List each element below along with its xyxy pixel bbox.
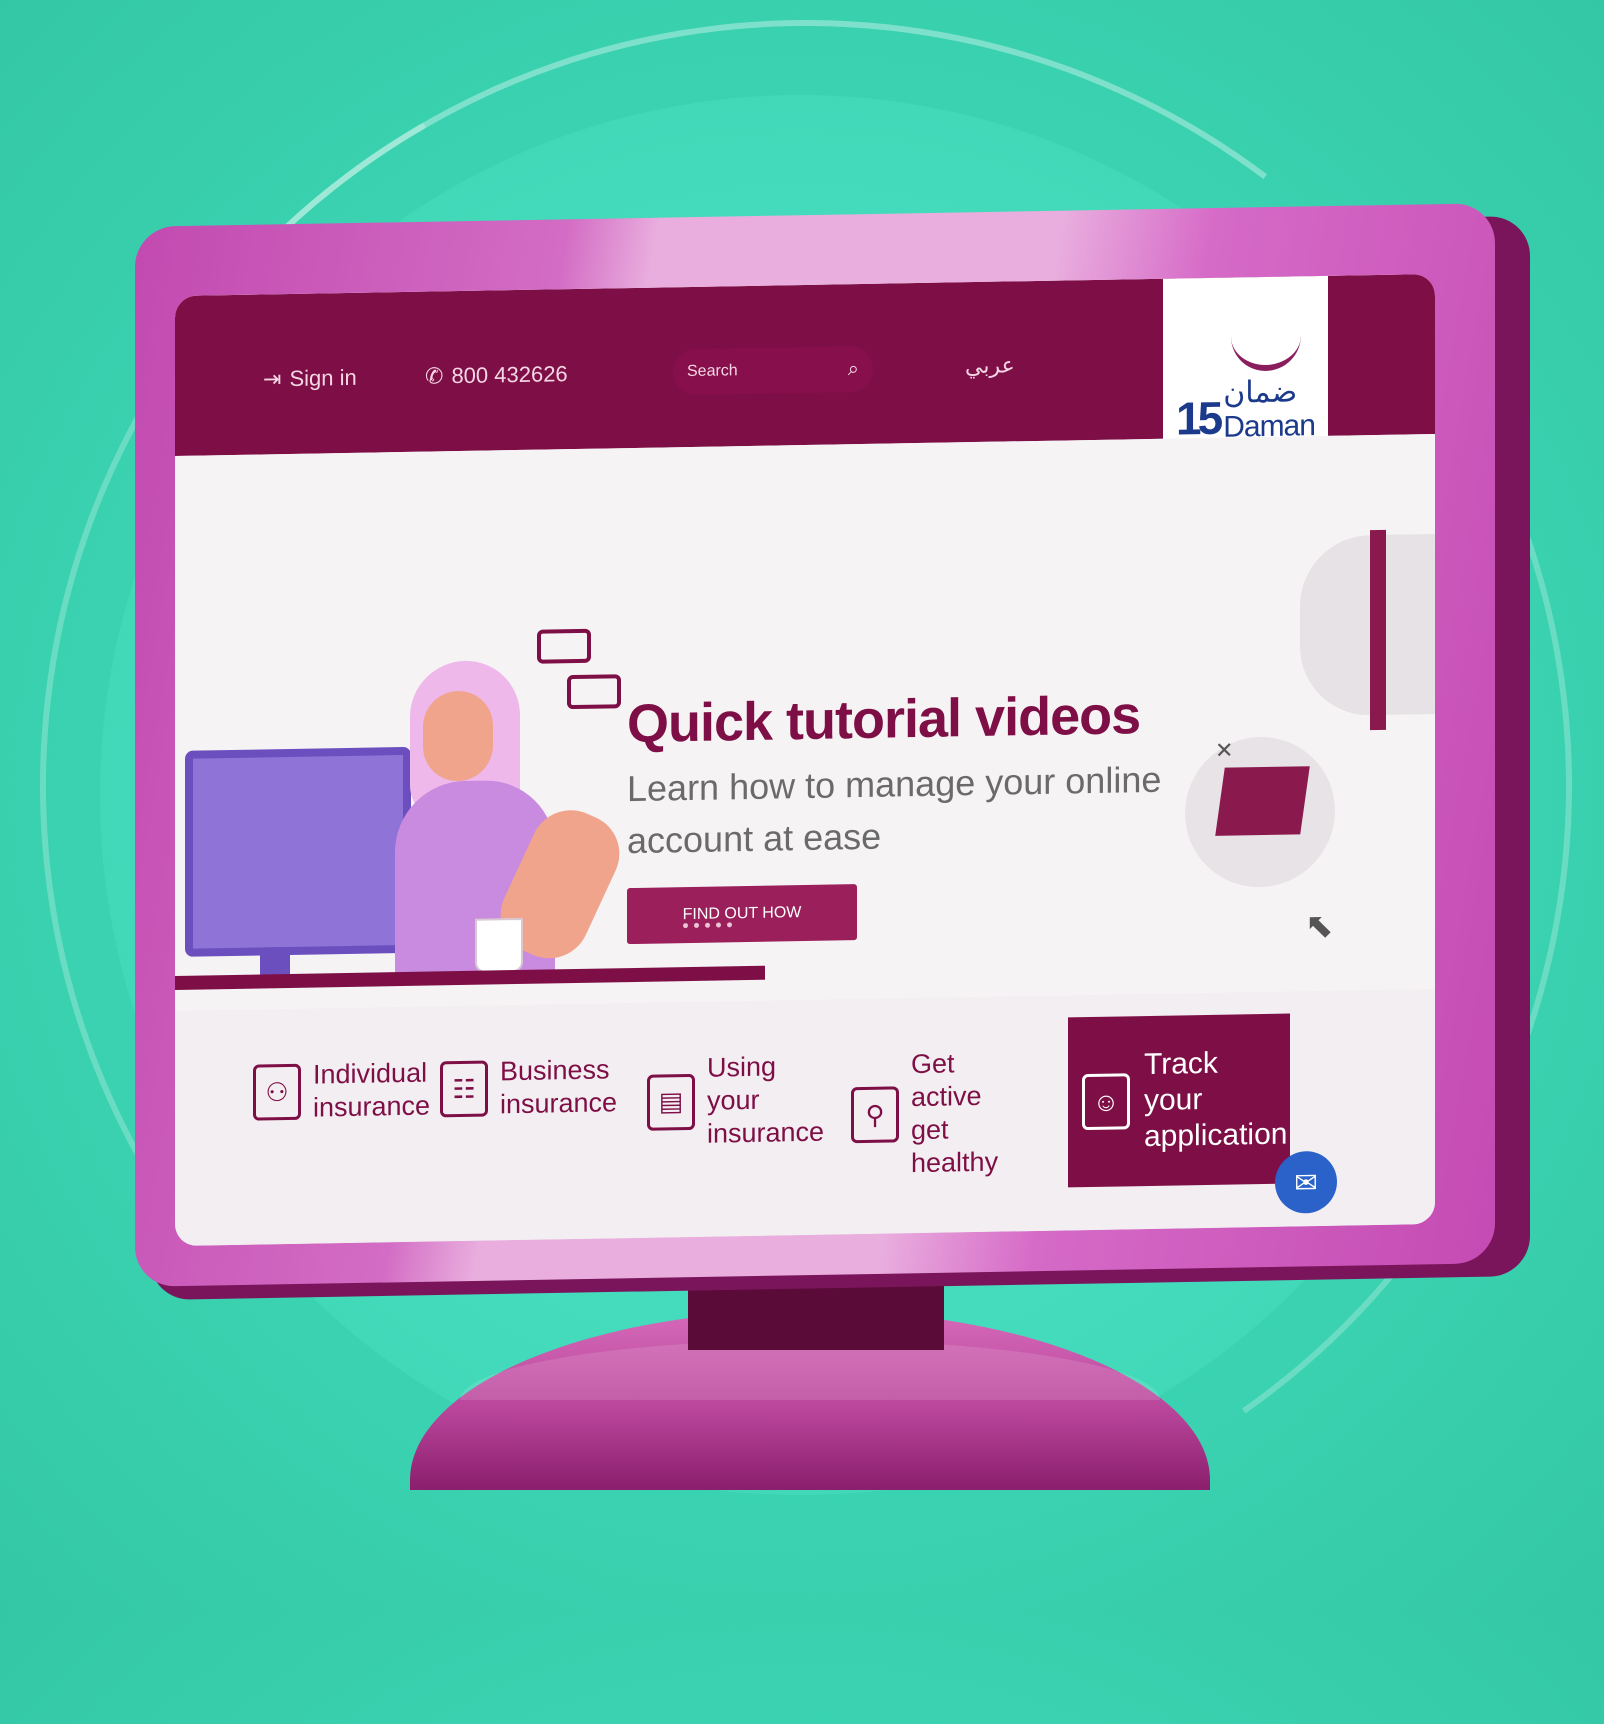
sign-in-label: Sign in <box>289 364 357 391</box>
quick-links-bar: ⚇ Individual insurance ☷ Business insura… <box>175 989 1435 1246</box>
logo-swoosh-icon <box>1230 329 1301 372</box>
sign-in-link[interactable]: ⇥ Sign in <box>263 365 357 393</box>
speech-bubble-icon <box>567 674 621 710</box>
hero-title: Quick tutorial videos <box>627 685 1141 755</box>
nav-get-active[interactable]: ⚲ Get active get healthy <box>851 1046 1021 1181</box>
card-icon: ▤ <box>647 1073 695 1131</box>
hero-banner: Quick tutorial videos Learn how to manag… <box>175 434 1435 1011</box>
carousel-dot[interactable] <box>694 922 699 928</box>
logo-anniversary: 15 <box>1176 391 1220 445</box>
phone-icon: ✆ <box>425 363 444 389</box>
carousel-dot[interactable] <box>727 922 732 928</box>
nav-label: Using your insurance <box>707 1051 825 1149</box>
sign-in-icon: ⇥ <box>263 366 282 392</box>
search-input[interactable]: Search ⌕ <box>673 345 873 396</box>
carousel-dots[interactable] <box>683 922 732 929</box>
website-header: ⇥ Sign in ✆ 800 432626 Search ⌕ عربي 15 … <box>175 274 1435 499</box>
nav-label: Business insurance <box>500 1054 618 1120</box>
illustration-cup <box>475 917 523 973</box>
illustration-phone-circle <box>1300 533 1435 717</box>
chat-icon[interactable]: ✉ <box>1275 1150 1337 1214</box>
family-icon: ⚇ <box>253 1063 301 1121</box>
fitness-icon: ⚲ <box>851 1086 899 1144</box>
nav-label: Individual insurance <box>313 1057 431 1123</box>
nav-label: Track your application <box>1144 1046 1288 1154</box>
carousel-dot[interactable] <box>705 922 710 928</box>
search-placeholder: Search <box>687 362 738 381</box>
speech-bubble-icon <box>537 628 591 664</box>
language-toggle[interactable]: عربي <box>965 353 1015 379</box>
illustration-phone <box>1370 529 1386 731</box>
language-label: عربي <box>965 353 1015 380</box>
hero-subtitle: Learn how to manage your online account … <box>627 758 1162 862</box>
illustration-computer <box>185 746 411 957</box>
nav-individual-insurance[interactable]: ⚇ Individual insurance <box>253 1056 433 1125</box>
phone-number: 800 432626 <box>451 361 568 389</box>
support-agent-icon: ☺ <box>1082 1073 1130 1131</box>
cursor-icon: ⬉ <box>1305 906 1334 946</box>
carousel-dot[interactable] <box>683 923 688 929</box>
nav-using-your-insurance[interactable]: ▤ Using your insurance <box>647 1050 827 1152</box>
search-icon[interactable]: ⌕ <box>848 358 859 381</box>
illustration-woman-face <box>423 690 493 782</box>
close-icon: ✕ <box>1215 737 1234 763</box>
phone-link[interactable]: ✆ 800 432626 <box>425 361 568 389</box>
monitor-screen: ⇥ Sign in ✆ 800 432626 Search ⌕ عربي 15 … <box>175 274 1435 1246</box>
nav-track-application[interactable]: ☺ Track your application <box>1068 1013 1290 1188</box>
group-icon: ☷ <box>440 1060 488 1118</box>
nav-business-insurance[interactable]: ☷ Business insurance <box>440 1053 620 1122</box>
logo-arabic: ضمان <box>1223 373 1298 411</box>
carousel-dot[interactable] <box>716 922 721 928</box>
nav-label: Get active get healthy <box>911 1048 999 1179</box>
illustration-laptop <box>1215 766 1310 836</box>
find-out-how-button[interactable]: FIND OUT HOW <box>627 884 857 945</box>
